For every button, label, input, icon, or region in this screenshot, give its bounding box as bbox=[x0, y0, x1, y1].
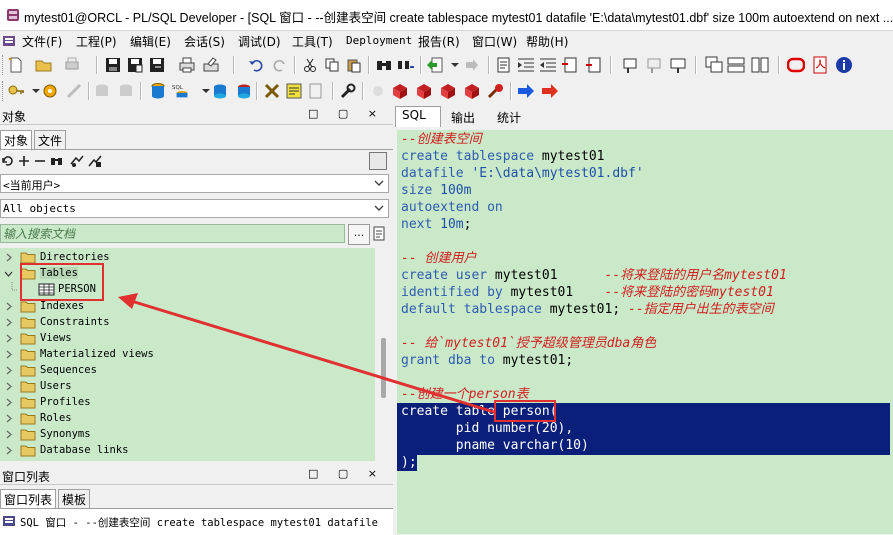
annotation-arrow bbox=[118, 293, 495, 414]
